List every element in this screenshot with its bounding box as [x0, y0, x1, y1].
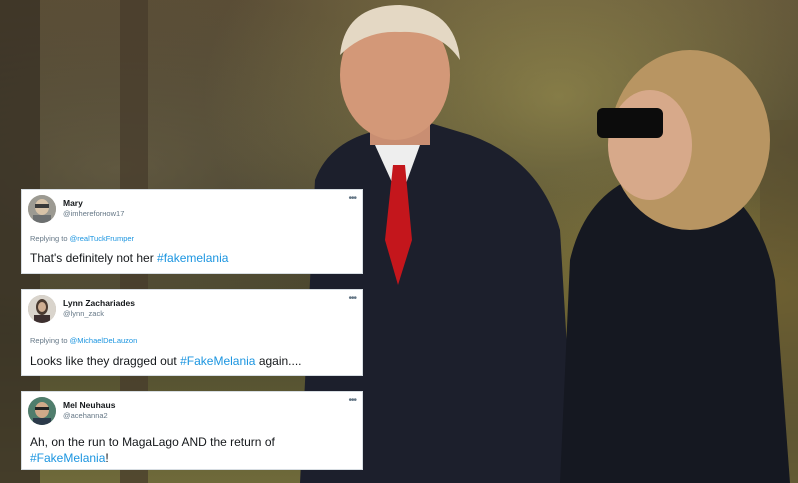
replying-to-label: Replying to: [30, 336, 68, 345]
tweet-text-main: That's definitely not her: [30, 251, 158, 265]
replying-to: Replying to @realTuckFrumper: [30, 234, 134, 243]
more-options-icon[interactable]: •••: [348, 293, 356, 304]
user-handle[interactable]: @acehanna2: [63, 411, 108, 420]
tweet-text: Ah, on the run to MagaLago AND the retur…: [30, 434, 352, 466]
tweet-text-main: Looks like they dragged out: [30, 354, 181, 368]
user-name[interactable]: Mary: [63, 198, 83, 208]
avatar[interactable]: [28, 295, 56, 323]
user-name[interactable]: Lynn Zachariades: [63, 298, 135, 308]
user-handle[interactable]: @lynn_zack: [63, 309, 104, 318]
user-handle[interactable]: @imhereforнow17: [63, 209, 124, 218]
tweet-text-end: again....: [255, 354, 302, 368]
avatar[interactable]: [28, 195, 56, 223]
tweet-text: Looks like they dragged out #FakeMelania…: [30, 353, 352, 369]
mention-link[interactable]: @MichaelDeLauzon: [70, 336, 138, 345]
mention-link[interactable]: @realTuckFrumper: [70, 234, 134, 243]
hashtag-link[interactable]: #fakemelania: [157, 251, 228, 265]
replying-to: Replying to @MichaelDeLauzon: [30, 336, 137, 345]
tweet-card[interactable]: Mel Neuhaus @acehanna2 ••• Ah, on the ru…: [21, 391, 363, 470]
tweet-text-main: Ah, on the run to MagaLago AND the retur…: [30, 435, 275, 449]
replying-to-label: Replying to: [30, 234, 68, 243]
tweet-card[interactable]: Mary @imhereforнow17 ••• Replying to @re…: [21, 189, 363, 274]
tweet-text: That's definitely not her #fakemelania: [30, 250, 352, 266]
hashtag-link[interactable]: #FakeMelania: [30, 451, 105, 465]
user-name[interactable]: Mel Neuhaus: [63, 400, 115, 410]
tweet-card[interactable]: Lynn Zachariades @lynn_zack ••• Replying…: [21, 289, 363, 376]
more-options-icon[interactable]: •••: [348, 395, 356, 406]
avatar[interactable]: [28, 397, 56, 425]
tweet-text-end: !: [105, 451, 109, 465]
hashtag-link[interactable]: #FakeMelania: [180, 354, 255, 368]
more-options-icon[interactable]: •••: [348, 193, 356, 204]
